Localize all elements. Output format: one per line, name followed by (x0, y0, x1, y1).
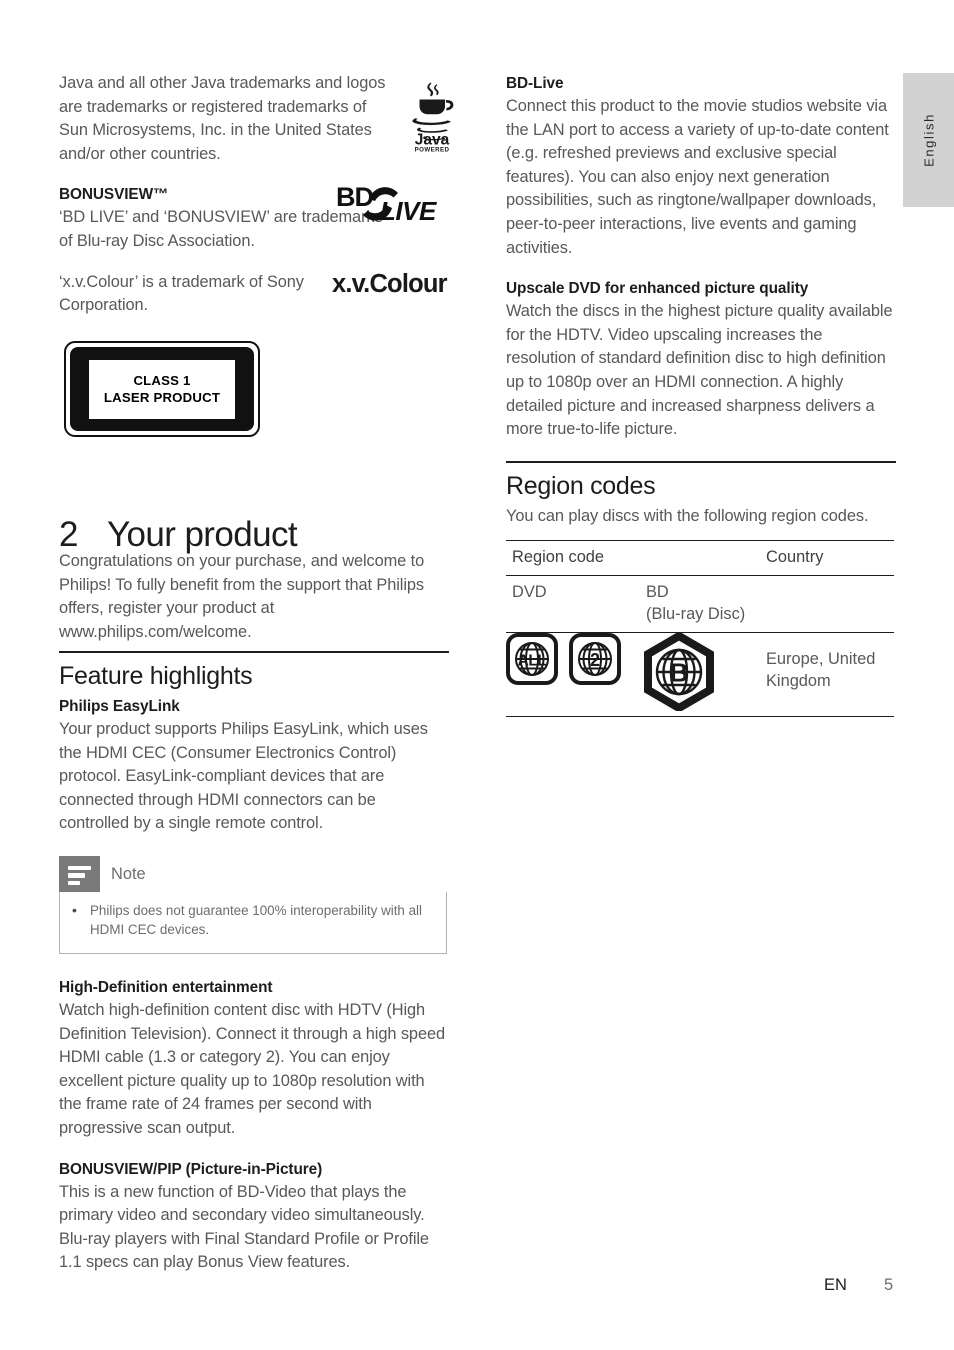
table-header-cell-region-code: Region code (506, 541, 760, 576)
table-cell-dvd-label: DVD (506, 576, 640, 633)
feature-body: Your product supports Philips EasyLink, … (59, 720, 428, 833)
footer-page-number: 5 (884, 1276, 894, 1294)
laser-label-text: CLASS 1 LASER PRODUCT (89, 359, 235, 419)
feature-item-bd-live: BD-Live Connect this product to the movi… (506, 72, 896, 260)
table-subheader-dvd: DVD (512, 583, 547, 602)
feature-heading: BD-Live (506, 75, 564, 92)
laser-label-line2: LASER PRODUCT (103, 390, 221, 405)
region-codes-intro: You can play discs with the following re… (506, 506, 869, 525)
dvd-region-2-label: 2 (590, 650, 600, 670)
note-header: Note (59, 855, 447, 892)
svg-text:LIVE: LIVE (380, 196, 437, 226)
feature-item-easylink: Philips EasyLink Your product supports P… (59, 695, 449, 836)
laser-label-inner: CLASS 1 LASER PRODUCT (70, 347, 254, 431)
svg-text:BD: BD (336, 182, 373, 212)
table-subheader-row: DVD BD (Blu-ray Disc) (506, 575, 894, 633)
bd-region-b-icon: B (640, 631, 718, 715)
language-tab: English (903, 73, 954, 207)
feature-heading: Philips EasyLink (59, 698, 180, 715)
java-trademark-block: Java and all other Java trademarks and l… (59, 72, 389, 166)
left-column: Java and all other Java trademarks and l… (59, 72, 454, 1271)
table-cell-bd-icon: B (640, 631, 760, 717)
table-cell-country-empty (760, 576, 894, 633)
bd-live-logo-icon: BD LIVE (336, 174, 448, 230)
document-page: English Java and all other Java trademar… (0, 0, 954, 1350)
table-cell-dvd-icons: ALL 2 (506, 633, 640, 717)
language-tab-label: English (921, 113, 936, 167)
table-cell-country-value: Europe, United Kingdom (760, 633, 894, 717)
table-subheader-bd-line1: BD (646, 583, 669, 602)
java-powered-logo-icon: Java POWERED (406, 80, 458, 154)
note-list-item: • Philips does not guarantee 100% intero… (72, 901, 434, 940)
table-header-label: Country (766, 548, 824, 567)
feature-heading: High-Definition entertainment (59, 978, 273, 996)
table-header-row: Region code Country (506, 540, 894, 576)
right-column: BD-Live Connect this product to the movi… (506, 72, 896, 717)
footer-locale: EN (824, 1276, 847, 1294)
table-header-cell-country: Country (760, 541, 894, 576)
dvd-region-all-label: ALL (518, 653, 547, 670)
table-cell-bd-label: BD (Blu-ray Disc) (640, 576, 760, 633)
table-row: ALL 2 B Europe, United Kingdom (506, 631, 894, 717)
laser-label-line1: CLASS 1 (133, 373, 191, 388)
table-subheader-bd-line2: (Blu-ray Disc) (646, 604, 746, 623)
region-codes-section: Region codes You can play discs with the… (506, 460, 896, 718)
feature-body: Watch high-definition content disc with … (59, 1000, 445, 1137)
region-codes-table: Region code Country DVD BD (Blu-ray Disc… (506, 540, 894, 717)
page-footer: EN 5 (0, 1276, 954, 1300)
feature-item-upscale-dvd: Upscale DVD for enhanced picture quality… (506, 277, 896, 442)
note-title: Note (111, 864, 146, 883)
note-list-item-text: Philips does not guarantee 100% interope… (90, 902, 422, 938)
dvd-region-2-icon: 2 (569, 633, 621, 690)
feature-highlights-section: Feature highlights Philips EasyLink Your… (59, 651, 449, 1275)
feature-item-high-definition: High-Definition entertainment Watch high… (59, 976, 449, 1141)
dvd-region-all-icon: ALL (506, 633, 558, 690)
svg-text:POWERED: POWERED (415, 147, 450, 153)
country-label: Europe, United Kingdom (766, 650, 876, 690)
bullet-icon: • (72, 901, 77, 918)
bd-region-b-label: B (670, 658, 689, 688)
table-header-label: Region code (512, 548, 605, 567)
note-box: Note • Philips does not guarantee 100% i… (59, 855, 447, 954)
region-codes-title: Region codes (506, 471, 656, 500)
feature-item-bonusview-pip: BONUSVIEW/PIP (Picture-in-Picture) This … (59, 1158, 449, 1275)
note-body: • Philips does not guarantee 100% intero… (59, 891, 447, 954)
trademark-section: Java and all other Java trademarks and l… (59, 72, 454, 318)
dvd-region-icon-group: ALL 2 (506, 633, 640, 690)
feature-body: Watch the discs in the highest picture q… (506, 302, 893, 439)
feature-body: Connect this product to the movie studio… (506, 97, 889, 257)
feature-body: This is a new function of BD-Video that … (59, 1182, 429, 1272)
java-trademark-text: Java and all other Java trademarks and l… (59, 74, 386, 163)
feature-heading: BONUSVIEW/PIP (Picture-in-Picture) (59, 1160, 323, 1178)
xv-colour-logo-icon: x.v.Colour (332, 270, 448, 298)
class-1-laser-product-label: CLASS 1 LASER PRODUCT (64, 341, 260, 437)
note-icon (59, 855, 100, 892)
feature-heading: Upscale DVD for enhanced picture quality (506, 280, 809, 298)
chapter-intro-text: Congratulations on your purchase, and we… (59, 552, 425, 641)
feature-highlights-title: Feature highlights (59, 662, 253, 690)
